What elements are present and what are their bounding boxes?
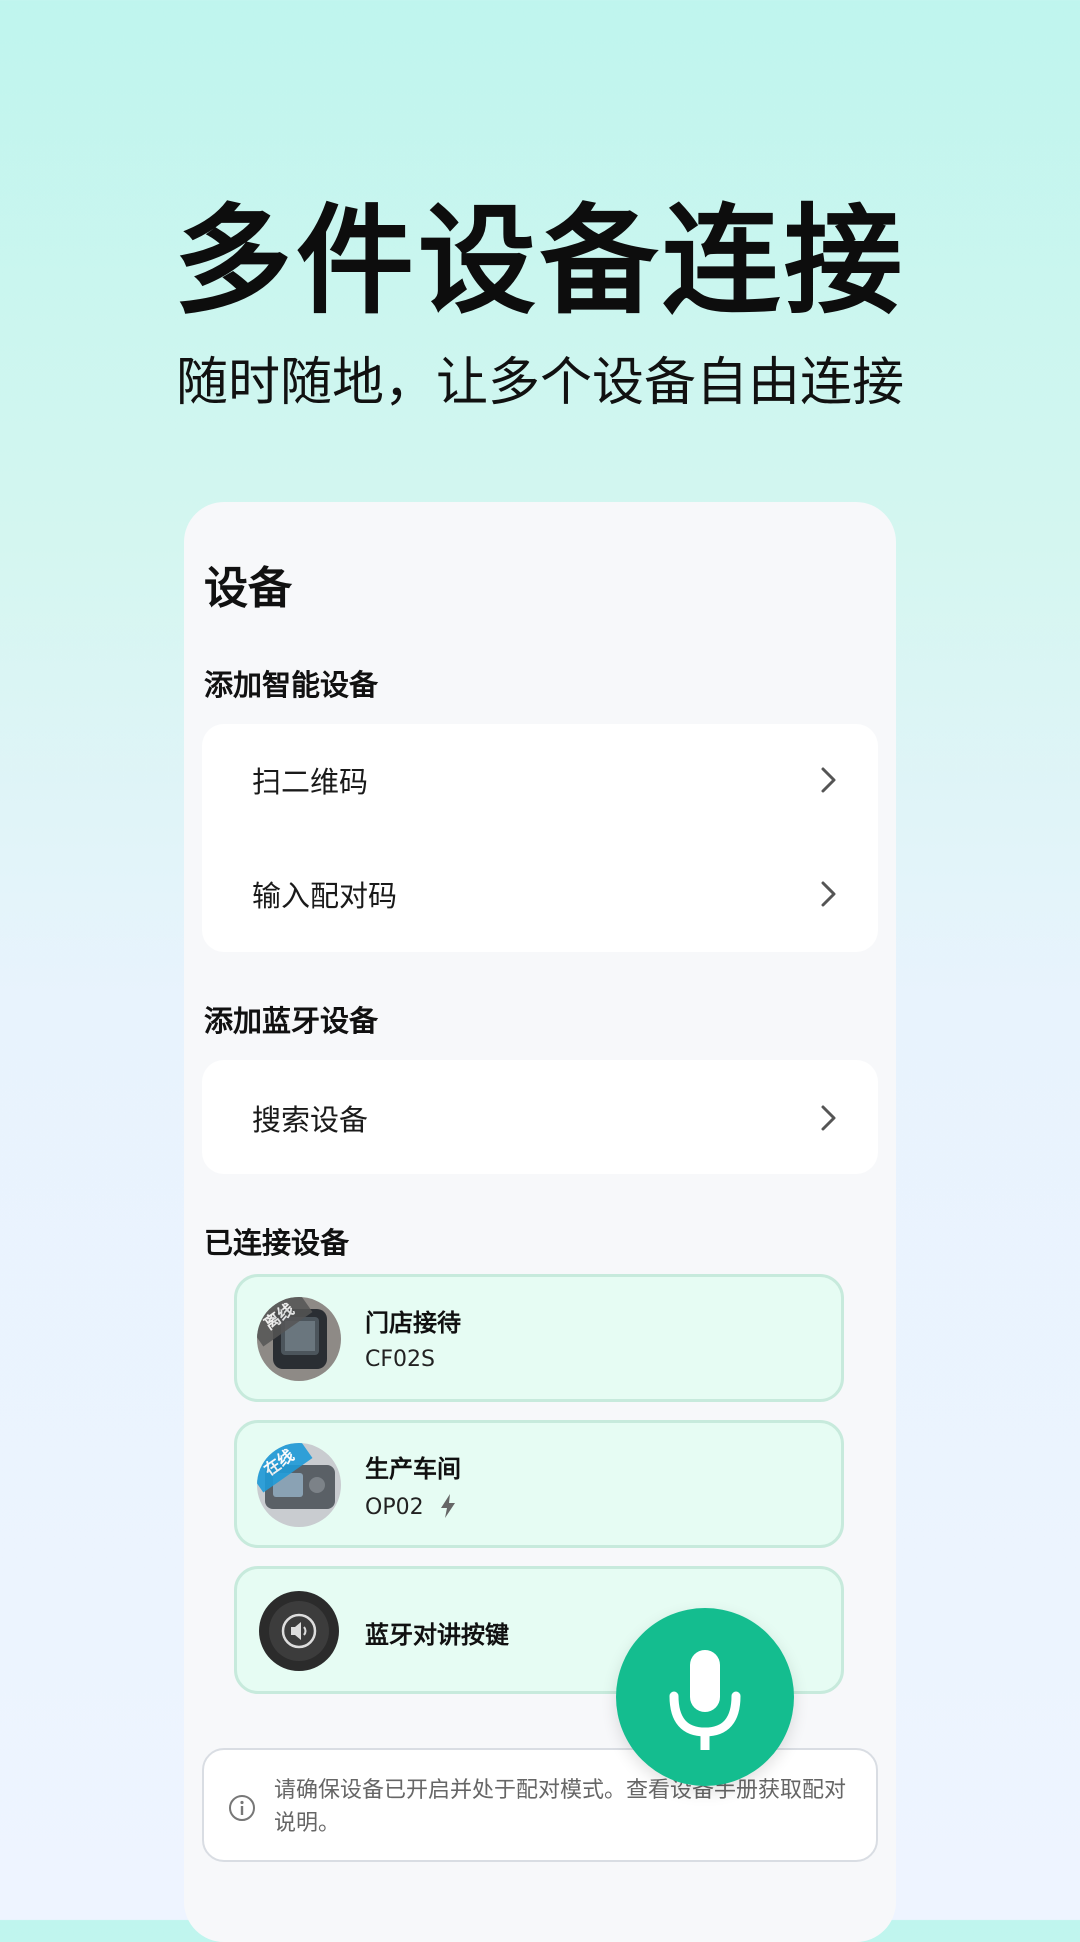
- connected-section-label: 已连接设备: [204, 1226, 350, 1260]
- search-device-label: 搜索设备: [252, 1103, 369, 1137]
- device-name: 门店接待: [365, 1309, 461, 1337]
- pairing-code-label: 输入配对码: [252, 879, 398, 913]
- speaker-button-icon: [257, 1589, 341, 1673]
- chevron-right-icon: [821, 1105, 836, 1131]
- voice-input-button[interactable]: [616, 1608, 794, 1786]
- chevron-right-icon: [821, 767, 836, 793]
- device-model: OP02: [365, 1493, 457, 1520]
- device-card-production-workshop[interactable]: 在线 生产车间 OP02: [234, 1420, 844, 1548]
- device-name: 蓝牙对讲按键: [365, 1621, 509, 1649]
- scan-qr-row[interactable]: 扫二维码: [202, 730, 878, 830]
- bolt-icon: [440, 1494, 455, 1518]
- hero-title: 多件设备连接: [173, 192, 906, 330]
- smart-section-label: 添加智能设备: [204, 668, 379, 702]
- search-device-row[interactable]: 搜索设备: [202, 1068, 878, 1168]
- pairing-code-row[interactable]: 输入配对码: [202, 844, 878, 944]
- device-name: 生产车间: [365, 1455, 461, 1483]
- info-icon: [229, 1795, 255, 1821]
- panel-title: 设备: [204, 563, 292, 614]
- hero-subtitle: 随时随地，让多个设备自由连接: [175, 353, 904, 413]
- smart-devices-card: 扫二维码 输入配对码: [202, 724, 878, 952]
- bluetooth-section-label: 添加蓝牙设备: [204, 1004, 379, 1038]
- device-photo: 离线: [257, 1297, 341, 1381]
- device-photo: 在线: [257, 1443, 341, 1527]
- chevron-right-icon: [821, 881, 836, 907]
- device-model: CF02S: [365, 1347, 435, 1372]
- device-card-store-reception[interactable]: 离线 门店接待 CF02S: [234, 1274, 844, 1402]
- microphone-icon: [669, 1650, 741, 1750]
- device-photo: [257, 1589, 341, 1673]
- bluetooth-card: 搜索设备: [202, 1060, 878, 1174]
- scan-qr-label: 扫二维码: [252, 765, 369, 799]
